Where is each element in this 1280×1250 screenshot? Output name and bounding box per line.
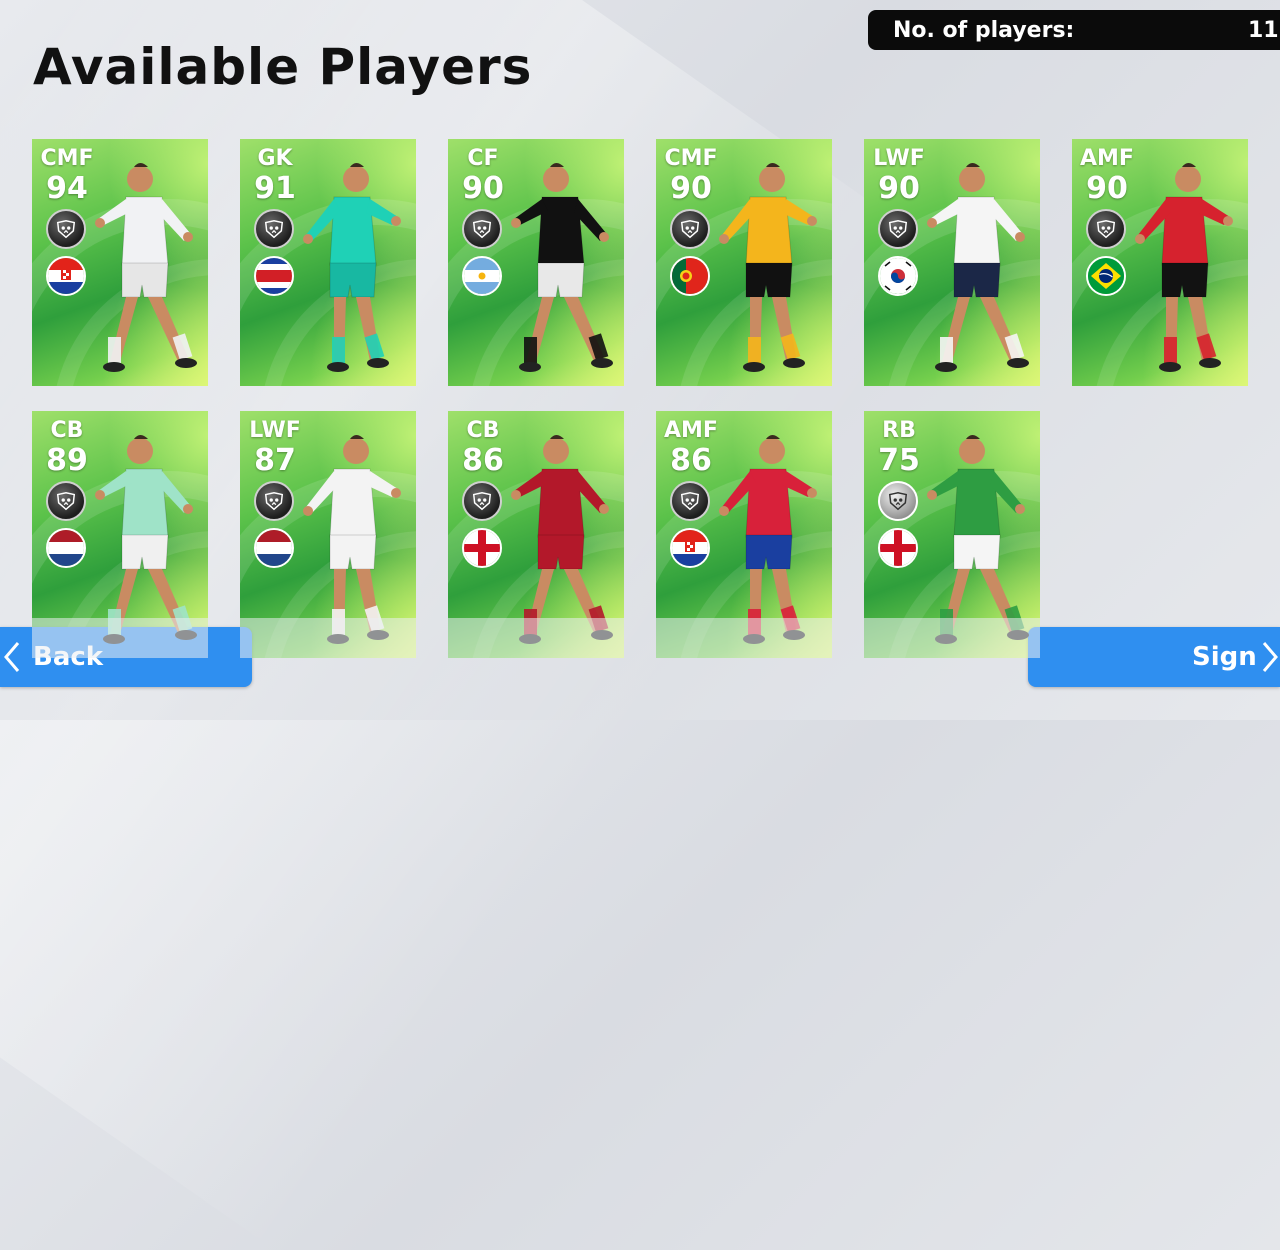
player-count-value: 11 — [1248, 17, 1279, 43]
player-card[interactable]: CMF 90 — [656, 139, 832, 386]
player-rating: 91 — [254, 171, 296, 206]
player-rating: 75 — [878, 443, 920, 478]
player-position: GK — [257, 146, 293, 171]
chevron-left-icon — [2, 640, 22, 681]
silver-ball-icon — [878, 481, 918, 521]
card-fade-overlay — [864, 618, 1040, 658]
croatia-flag-icon — [46, 256, 86, 296]
black-ball-icon — [1086, 209, 1126, 249]
player-position: LWF — [873, 146, 925, 171]
black-ball-icon — [462, 209, 502, 249]
england-flag-icon — [462, 528, 502, 568]
player-position: CMF — [40, 146, 94, 171]
black-ball-icon — [670, 481, 710, 521]
player-image — [1122, 157, 1242, 386]
black-ball-icon — [254, 209, 294, 249]
player-position: AMF — [1080, 146, 1134, 171]
black-ball-icon — [46, 209, 86, 249]
costa-rica-flag-icon — [254, 256, 294, 296]
sign-button[interactable]: Sign — [1028, 627, 1280, 687]
black-ball-icon — [670, 209, 710, 249]
player-card[interactable]: CF 90 — [448, 139, 624, 386]
player-rating: 90 — [462, 171, 504, 206]
argentina-flag-icon — [462, 256, 502, 296]
player-card[interactable]: LWF 90 — [864, 139, 1040, 386]
player-card[interactable]: AMF 86 — [656, 411, 832, 658]
player-rating: 94 — [46, 171, 88, 206]
black-ball-icon — [462, 481, 502, 521]
netherlands-flag-icon — [254, 528, 294, 568]
england-flag-icon — [878, 528, 918, 568]
player-card[interactable]: RB 75 — [864, 411, 1040, 658]
player-count-label: No. of players: — [893, 17, 1075, 43]
south-korea-flag-icon — [878, 256, 918, 296]
player-image — [498, 157, 618, 386]
player-image — [82, 157, 202, 386]
player-image — [914, 157, 1034, 386]
player-rating: 87 — [254, 443, 296, 478]
player-rating: 89 — [46, 443, 88, 478]
player-position: CF — [467, 146, 499, 171]
player-image — [706, 157, 826, 386]
black-ball-icon — [254, 481, 294, 521]
player-rating: 90 — [1086, 171, 1128, 206]
player-card[interactable]: CMF 94 — [32, 139, 208, 386]
player-position: LWF — [249, 418, 301, 443]
portugal-flag-icon — [670, 256, 710, 296]
player-position: AMF — [664, 418, 718, 443]
player-position: CB — [466, 418, 500, 443]
player-position: CB — [50, 418, 84, 443]
black-ball-icon — [46, 481, 86, 521]
page-title: Available Players — [33, 38, 533, 96]
black-ball-icon — [878, 209, 918, 249]
player-count-bar: No. of players: 11 — [868, 10, 1280, 50]
croatia-flag-icon — [670, 528, 710, 568]
player-rating: 90 — [670, 171, 712, 206]
player-card[interactable]: GK 91 — [240, 139, 416, 386]
player-card[interactable]: CB 89 — [32, 411, 208, 658]
brazil-flag-icon — [1086, 256, 1126, 296]
player-card[interactable]: CB 86 — [448, 411, 624, 658]
card-fade-overlay — [448, 618, 624, 658]
player-card[interactable]: AMF 90 — [1072, 139, 1248, 386]
player-position: CMF — [664, 146, 718, 171]
player-rating: 90 — [878, 171, 920, 206]
player-rating: 86 — [670, 443, 712, 478]
card-fade-overlay — [32, 618, 208, 658]
sign-label: Sign — [1192, 642, 1257, 672]
player-rating: 86 — [462, 443, 504, 478]
player-position: RB — [882, 418, 916, 443]
player-card[interactable]: LWF 87 — [240, 411, 416, 658]
card-fade-overlay — [240, 618, 416, 658]
netherlands-flag-icon — [46, 528, 86, 568]
chevron-right-icon — [1260, 640, 1280, 681]
card-fade-overlay — [656, 618, 832, 658]
player-image — [290, 157, 410, 386]
